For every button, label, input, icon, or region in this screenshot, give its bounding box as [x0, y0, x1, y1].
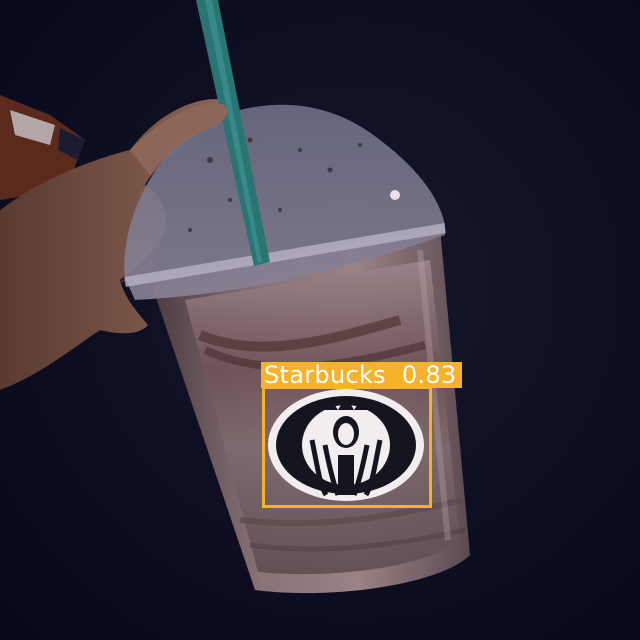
detection-class: Starbucks — [264, 361, 386, 389]
photo-scene: Starbucks 0.83 — [0, 0, 640, 640]
detection-score: 0.83 — [401, 361, 457, 389]
detection-label: Starbucks 0.83 — [261, 361, 463, 389]
detection-box — [262, 386, 432, 508]
drink-photo — [0, 0, 640, 640]
